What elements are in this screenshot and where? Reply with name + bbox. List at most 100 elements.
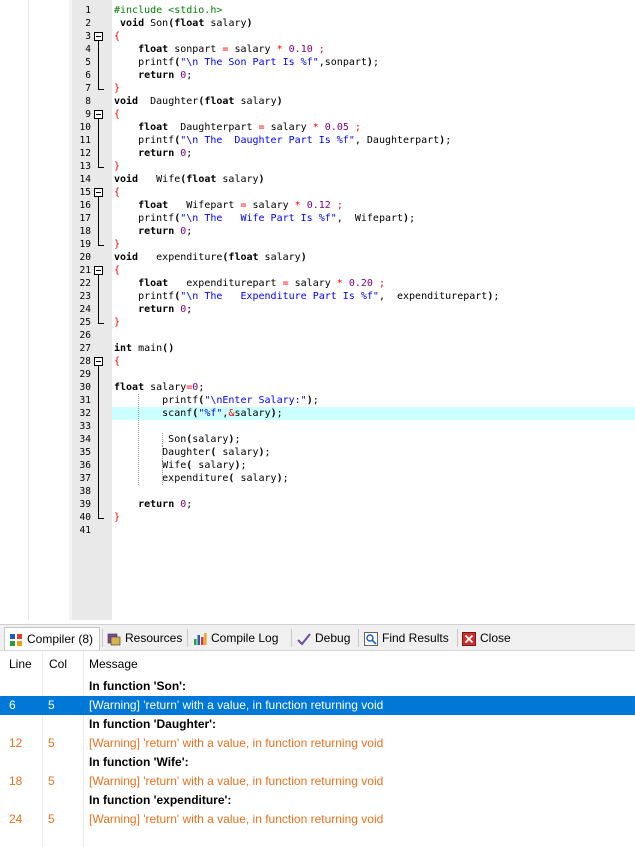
line-number: 18 [79, 226, 91, 237]
fold-toggle-icon[interactable] [94, 32, 103, 41]
cell-col: 5 [48, 812, 55, 826]
fold-end-marker [98, 167, 104, 168]
line-number: 14 [79, 174, 91, 185]
code-line[interactable]: } [114, 238, 120, 251]
code-line[interactable]: float Wifepart = salary * 0.12 ; [114, 199, 343, 212]
code-line[interactable]: return 0; [114, 225, 192, 238]
tab-close[interactable]: Close [458, 627, 516, 649]
warning-row[interactable]: 18 5 [Warning] 'return' with a value, in f… [0, 772, 635, 791]
code-line[interactable]: printf("\n The Wife Part Is %f", Wifepar… [114, 212, 415, 225]
code-line[interactable]: printf("\nEnter Salary:"); [114, 394, 319, 407]
line-number: 24 [79, 304, 91, 315]
code-line[interactable]: { [114, 186, 120, 199]
cell-line: 24 [9, 812, 23, 826]
function-group-row[interactable]: In function 'Daughter': [0, 715, 635, 734]
function-group-row[interactable]: In function 'Son': [0, 677, 635, 696]
line-number: 33 [79, 421, 91, 432]
line-number: 20 [79, 252, 91, 263]
tab-compile-log[interactable]: Compile Log [189, 627, 289, 649]
line-number: 12 [79, 148, 91, 159]
cell-col: 5 [48, 774, 55, 788]
column-header-line[interactable]: Line [9, 657, 32, 671]
line-number: 40 [79, 512, 91, 523]
fold-toggle-icon[interactable] [94, 188, 103, 197]
code-line[interactable]: void Daughter(float salary) [114, 95, 283, 108]
tab-debug[interactable]: Debug [293, 627, 356, 649]
line-number: 34 [79, 434, 91, 445]
line-number: 5 [85, 57, 91, 68]
fold-toggle-icon[interactable] [94, 110, 103, 119]
code-line[interactable]: scanf("%f",&salary); [114, 407, 283, 420]
line-number: 2 [85, 18, 91, 29]
tab-separator [187, 629, 188, 647]
code-line[interactable]: { [114, 264, 120, 277]
tab-separator [358, 629, 359, 647]
line-number: 19 [79, 239, 91, 250]
code-line[interactable]: printf("\n The Son Part Is %f",sonpart); [114, 56, 379, 69]
code-line[interactable]: { [114, 355, 120, 368]
column-header-message[interactable]: Message [89, 657, 138, 671]
line-number: 8 [85, 96, 91, 107]
code-line[interactable]: float Daughterpart = salary * 0.05 ; [114, 121, 361, 134]
code-line[interactable]: return 0; [114, 147, 192, 160]
code-line[interactable]: printf("\n The Daughter Part Is %f", Dau… [114, 134, 451, 147]
code-line[interactable]: float salary=0; [114, 381, 204, 394]
tab-compiler[interactable]: Compiler (8) [4, 627, 100, 650]
code-line[interactable]: #include <stdio.h> [114, 4, 222, 17]
function-group-row[interactable]: In function 'expenditure': [0, 791, 635, 810]
code-line[interactable]: { [114, 108, 120, 121]
cell-line: 12 [9, 736, 23, 750]
code-line[interactable]: Son(salary); [114, 433, 240, 446]
warning-row[interactable]: 12 5 [Warning] 'return' with a value, in f… [0, 734, 635, 753]
cell-message: In function 'Wife': [89, 755, 189, 769]
line-number: 35 [79, 447, 91, 458]
cell-message: [Warning] 'return' with a value, in func… [89, 698, 384, 712]
line-number: 27 [79, 343, 91, 354]
code-line[interactable]: expenditure( salary); [114, 472, 288, 485]
fold-range-line [98, 119, 99, 167]
code-line[interactable]: { [114, 30, 120, 43]
tab-find-results[interactable]: Find Results [360, 627, 455, 649]
line-number: 29 [79, 369, 91, 380]
cell-message: In function 'Daughter': [89, 717, 217, 731]
tab-resources[interactable]: Resources [103, 627, 185, 649]
code-editor[interactable]: 1 #include <stdio.h> 2 void Son(float sala… [0, 0, 635, 620]
line-number: 32 [79, 408, 91, 419]
code-line[interactable]: void expenditure(float salary) [114, 251, 307, 264]
warning-row[interactable]: 6 5 [Warning] 'return' with a value, in fu… [0, 696, 635, 715]
line-number: 15 [79, 187, 91, 198]
code-line[interactable]: } [114, 316, 120, 329]
indent-guide [162, 433, 163, 446]
cell-col: 5 [48, 736, 55, 750]
resources-icon [107, 631, 121, 646]
code-line[interactable]: printf("\n The Expenditure Part Is %f", … [114, 290, 499, 303]
code-line[interactable]: } [114, 511, 120, 524]
tab-label: Debug [315, 631, 351, 645]
code-line[interactable]: return 0; [114, 69, 192, 82]
code-line[interactable]: } [114, 82, 120, 95]
code-line[interactable]: return 0; [114, 303, 192, 316]
fold-range-line [98, 197, 99, 245]
code-line[interactable]: int main() [114, 342, 174, 355]
fold-end-marker [98, 245, 104, 246]
code-line[interactable]: void Wife(float salary) [114, 173, 265, 186]
function-group-row[interactable]: In function 'Wife': [0, 753, 635, 772]
code-line[interactable]: void Son(float salary) [114, 17, 253, 30]
fold-toggle-icon[interactable] [94, 357, 103, 366]
debug-icon [297, 631, 311, 646]
cell-message: In function 'Son': [89, 679, 187, 693]
code-line[interactable]: float expenditurepart = salary * 0.20 ; [114, 277, 385, 290]
line-number: 6 [85, 70, 91, 81]
indent-guide [162, 446, 163, 485]
code-line[interactable]: return 0; [114, 498, 192, 511]
warning-row[interactable]: 24 5 [Warning] 'return' with a value, in f… [0, 810, 635, 829]
fold-toggle-icon[interactable] [94, 266, 103, 275]
line-number: 17 [79, 213, 91, 224]
code-line[interactable]: Wife( salary); [114, 459, 246, 472]
tab-label: Compiler (8) [27, 632, 94, 646]
code-line[interactable]: float sonpart = salary * 0.10 ; [114, 43, 325, 56]
compiler-icon [9, 632, 23, 646]
code-line[interactable]: } [114, 160, 120, 173]
line-number: 11 [79, 135, 91, 146]
column-header-col[interactable]: Col [49, 657, 67, 671]
